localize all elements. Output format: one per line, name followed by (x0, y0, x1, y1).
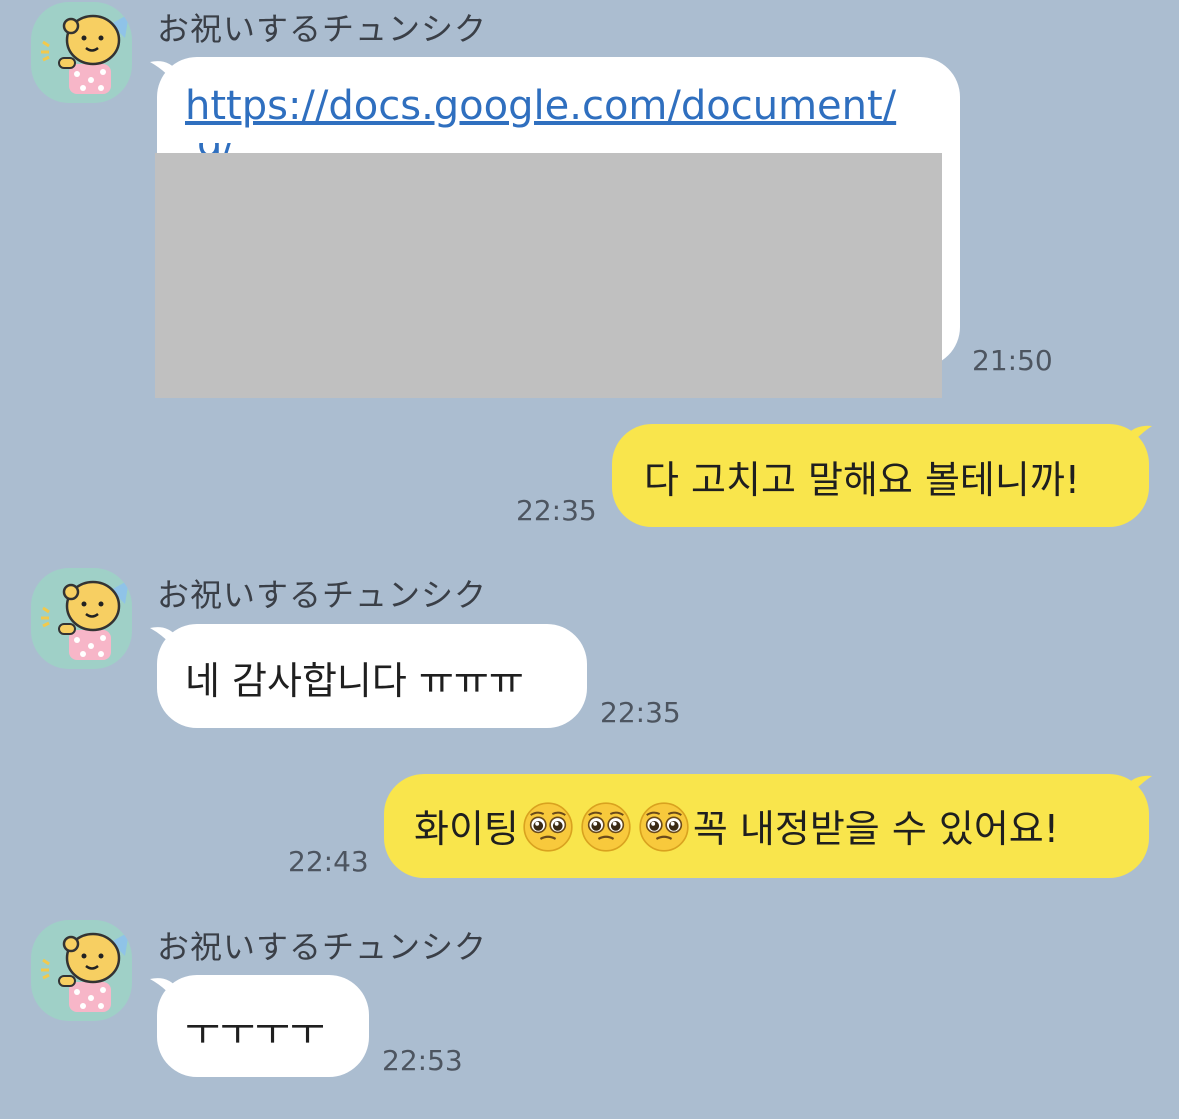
sender-name: お祝いするチュンシク (157, 10, 488, 48)
pleading-face-icon (522, 801, 574, 862)
message-text-after: 꼭 내정받을 수 있어요! (692, 807, 1060, 851)
character-avatar-icon (39, 8, 132, 96)
sender-name: お祝いするチュンシク (157, 576, 488, 614)
message-time: 22:43 (288, 845, 369, 878)
message-bubble-outgoing[interactable]: 화이팅 꼭 내정받을 수 있어요! (384, 774, 1149, 878)
avatar[interactable] (31, 2, 132, 103)
bubble-tail-icon (1124, 425, 1152, 454)
pleading-face-icon (638, 801, 690, 862)
character-avatar-icon (39, 574, 132, 662)
bubble-tail-icon (1124, 775, 1152, 804)
sender-name: お祝いするチュンシク (157, 928, 488, 966)
message-time: 21:50 (972, 344, 1053, 377)
message-text: ㅜㅜㅜㅜ (185, 1010, 325, 1054)
avatar[interactable] (31, 568, 132, 669)
message-bubble-outgoing[interactable]: 다 고치고 말해요 볼테니까! (612, 424, 1149, 527)
message-time: 22:35 (600, 696, 681, 729)
message-time: 22:35 (516, 494, 597, 527)
message-text: 네 감사합니다 ㅠㅠㅠ (185, 659, 524, 703)
pleading-face-icon (580, 801, 632, 862)
message-text-before: 화이팅 (414, 807, 519, 851)
avatar[interactable] (31, 920, 132, 1021)
message-link[interactable]: https://docs.google.com/document/ (185, 83, 932, 129)
message-time: 22:53 (382, 1044, 463, 1077)
message-text: 다 고치고 말해요 볼테니까! (644, 458, 1081, 502)
message-bubble-incoming[interactable]: ㅜㅜㅜㅜ (157, 975, 369, 1077)
link-preview-redacted (155, 153, 942, 398)
character-avatar-icon (39, 926, 132, 1014)
message-bubble-incoming[interactable]: 네 감사합니다 ㅠㅠㅠ (157, 624, 587, 728)
